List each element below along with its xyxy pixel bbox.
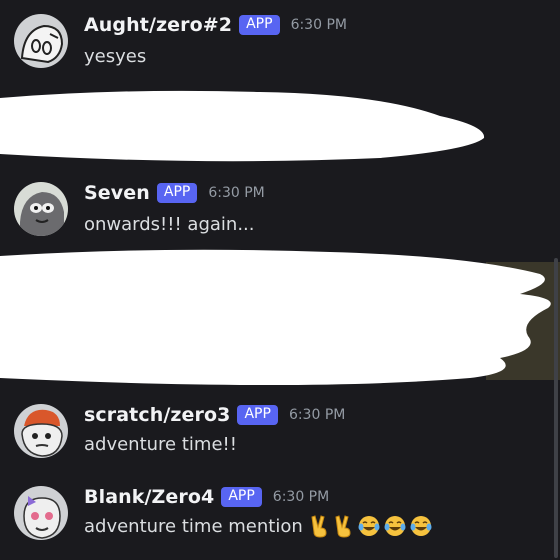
app-badge: APP: [237, 405, 278, 425]
app-badge: APP: [221, 487, 262, 507]
redaction-scribble: [0, 90, 485, 162]
redaction-scribble: [0, 249, 551, 385]
chat-message-list: Aught/zero#2 APP 6:30 PM yesyes Seven AP…: [0, 0, 560, 560]
victory-hand-icon: [311, 515, 327, 538]
timestamp: 6:30 PM: [208, 185, 265, 201]
tears-of-joy-icon: [358, 516, 380, 536]
ghost-face-avatar[interactable]: [14, 14, 68, 68]
message-header: Aught/zero#2 APP 6:30 PM: [84, 14, 347, 36]
tears-of-joy-icon: [410, 516, 432, 536]
message-header: Seven APP 6:30 PM: [84, 182, 265, 204]
message-text: adventure time mention: [84, 515, 303, 537]
message-text: onwards!!! again...: [84, 214, 255, 235]
timestamp: 6:30 PM: [288, 407, 346, 423]
tears-of-joy-icon: [384, 516, 406, 536]
app-badge: APP: [156, 183, 198, 203]
message-text: adventure time!!: [84, 434, 237, 455]
username[interactable]: Seven: [84, 182, 150, 204]
timestamp: 6:30 PM: [272, 489, 330, 505]
timestamp: 6:30 PM: [290, 17, 347, 33]
username[interactable]: Blank/Zero4: [84, 486, 214, 508]
message-header: scratch/zero3 APP 6:30 PM: [84, 404, 345, 426]
emoji-row: [309, 514, 435, 538]
scrollbar[interactable]: [554, 258, 558, 558]
message-content: adventure time mention: [84, 514, 435, 538]
message-header: Blank/Zero4 APP 6:30 PM: [84, 486, 329, 508]
victory-hand-icon: [335, 515, 351, 538]
capped-face-avatar[interactable]: [14, 404, 68, 458]
app-badge: APP: [239, 15, 280, 35]
grey-creature-avatar[interactable]: [14, 182, 68, 236]
message-text: yesyes: [84, 46, 147, 67]
username[interactable]: Aught/zero#2: [84, 14, 232, 36]
username[interactable]: scratch/zero3: [84, 404, 230, 426]
bow-face-avatar[interactable]: [14, 486, 68, 540]
